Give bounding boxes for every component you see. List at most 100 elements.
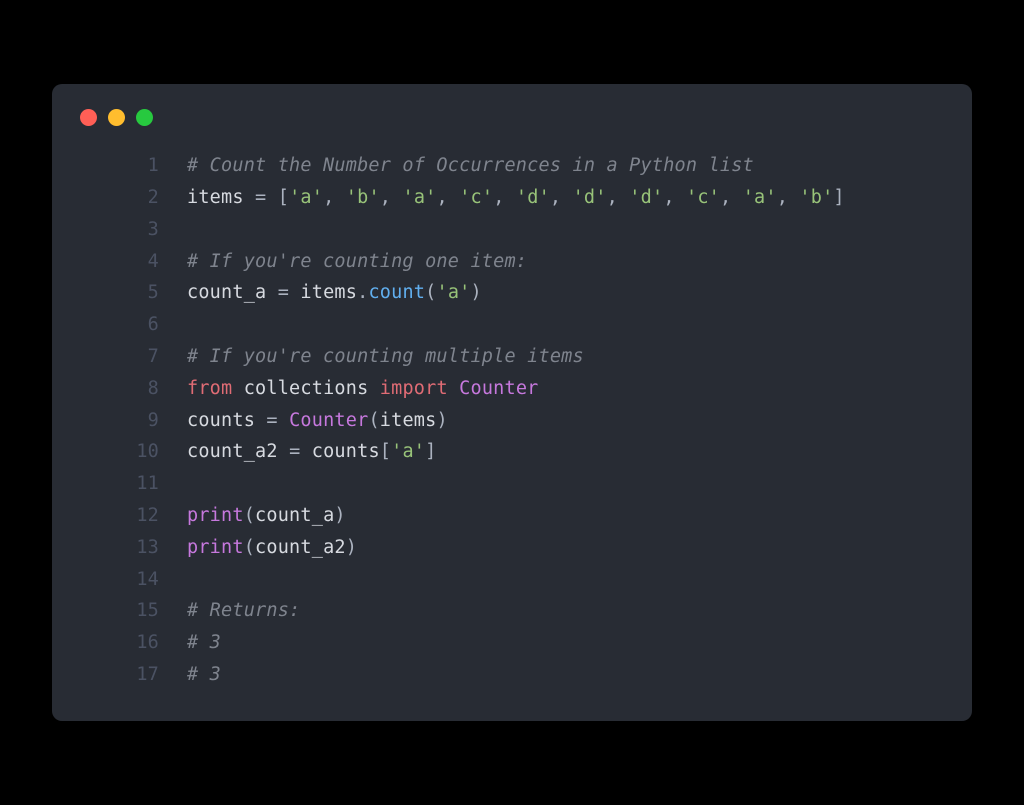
token-punc: (	[244, 537, 255, 558]
token-keyword: Counter	[459, 378, 538, 399]
line-number: 8	[52, 373, 187, 405]
minimize-icon[interactable]	[108, 109, 125, 126]
token-default: count_a	[255, 505, 334, 526]
token-punc: )	[436, 410, 447, 431]
token-keyword: Counter	[289, 410, 368, 431]
line-number: 15	[52, 595, 187, 627]
code-line[interactable]: 9counts = Counter(items)	[52, 405, 972, 437]
line-number: 9	[52, 405, 187, 437]
line-number: 17	[52, 659, 187, 691]
token-string: 'a'	[402, 187, 436, 208]
line-content[interactable]: counts = Counter(items)	[187, 405, 972, 437]
token-default	[278, 410, 289, 431]
token-string: 'd'	[573, 187, 607, 208]
token-comment: # If you're counting one item:	[187, 251, 527, 272]
close-icon[interactable]	[80, 109, 97, 126]
line-number: 1	[52, 150, 187, 182]
token-default	[278, 441, 289, 462]
line-content[interactable]: # Count the Number of Occurrences in a P…	[187, 150, 972, 182]
token-default	[289, 282, 300, 303]
token-default: items	[300, 282, 357, 303]
token-punc: ,	[437, 187, 460, 208]
token-punc: (	[368, 410, 379, 431]
token-punc: ,	[607, 187, 630, 208]
line-number: 11	[52, 468, 187, 500]
line-content[interactable]: from collections import Counter	[187, 373, 972, 405]
line-number: 6	[52, 309, 187, 341]
line-content[interactable]: count_a = items.count('a')	[187, 277, 972, 309]
code-line[interactable]: 4# If you're counting one item:	[52, 246, 972, 278]
token-default: count_a2	[255, 537, 346, 558]
token-default: items	[380, 410, 437, 431]
line-number: 2	[52, 182, 187, 214]
line-content[interactable]: print(count_a)	[187, 500, 972, 532]
token-keyword: print	[187, 537, 244, 558]
token-op: =	[255, 187, 266, 208]
token-default	[232, 378, 243, 399]
code-line[interactable]: 11	[52, 468, 972, 500]
token-punc: ,	[720, 187, 743, 208]
token-string: 'b'	[346, 187, 380, 208]
token-punc: ]	[833, 187, 844, 208]
token-import: from	[187, 378, 232, 399]
code-line[interactable]: 5count_a = items.count('a')	[52, 277, 972, 309]
code-line[interactable]: 16# 3	[52, 627, 972, 659]
line-content[interactable]: count_a2 = counts['a']	[187, 436, 972, 468]
token-default	[266, 187, 277, 208]
line-content[interactable]: items = ['a', 'b', 'a', 'c', 'd', 'd', '…	[187, 182, 972, 214]
line-number: 16	[52, 627, 187, 659]
token-default: items	[187, 187, 244, 208]
token-default	[255, 410, 266, 431]
code-line[interactable]: 14	[52, 564, 972, 596]
code-line[interactable]: 6	[52, 309, 972, 341]
line-number: 5	[52, 277, 187, 309]
token-default: counts	[187, 410, 255, 431]
token-punc: (	[425, 282, 436, 303]
line-content[interactable]: # If you're counting one item:	[187, 246, 972, 278]
code-line[interactable]: 1# Count the Number of Occurrences in a …	[52, 150, 972, 182]
token-func: count	[368, 282, 425, 303]
code-line[interactable]: 3	[52, 214, 972, 246]
token-op: =	[289, 441, 300, 462]
line-content[interactable]	[187, 468, 972, 500]
token-punc: )	[346, 537, 357, 558]
line-number: 3	[52, 214, 187, 246]
line-content[interactable]: print(count_a2)	[187, 532, 972, 564]
code-line[interactable]: 17# 3	[52, 659, 972, 691]
code-line[interactable]: 13print(count_a2)	[52, 532, 972, 564]
token-string: 'd'	[516, 187, 550, 208]
token-keyword: print	[187, 505, 244, 526]
line-number: 4	[52, 246, 187, 278]
code-line[interactable]: 15# Returns:	[52, 595, 972, 627]
token-default	[448, 378, 459, 399]
token-default: counts	[312, 441, 380, 462]
code-line[interactable]: 12print(count_a)	[52, 500, 972, 532]
code-line[interactable]: 10count_a2 = counts['a']	[52, 436, 972, 468]
line-number: 14	[52, 564, 187, 596]
code-line[interactable]: 7# If you're counting multiple items	[52, 341, 972, 373]
line-content[interactable]	[187, 214, 972, 246]
code-editor[interactable]: 1# Count the Number of Occurrences in a …	[52, 150, 972, 691]
line-number: 13	[52, 532, 187, 564]
line-content[interactable]: # 3	[187, 659, 972, 691]
line-content[interactable]: # If you're counting multiple items	[187, 341, 972, 373]
token-punc: .	[357, 282, 368, 303]
token-default: count_a2	[187, 441, 278, 462]
token-op: =	[266, 410, 277, 431]
line-content[interactable]: # Returns:	[187, 595, 972, 627]
token-default	[244, 187, 255, 208]
line-content[interactable]	[187, 564, 972, 596]
zoom-icon[interactable]	[136, 109, 153, 126]
token-punc: ,	[380, 187, 403, 208]
token-comment: # Count the Number of Occurrences in a P…	[187, 155, 754, 176]
token-string: 'a'	[437, 282, 471, 303]
token-comment: # 3	[187, 632, 221, 653]
code-line[interactable]: 2items = ['a', 'b', 'a', 'c', 'd', 'd', …	[52, 182, 972, 214]
line-content[interactable]	[187, 309, 972, 341]
token-default	[266, 282, 277, 303]
line-content[interactable]: # 3	[187, 627, 972, 659]
token-string: 'b'	[799, 187, 833, 208]
token-punc: [	[278, 187, 289, 208]
code-line[interactable]: 8from collections import Counter	[52, 373, 972, 405]
token-punc: ,	[550, 187, 573, 208]
